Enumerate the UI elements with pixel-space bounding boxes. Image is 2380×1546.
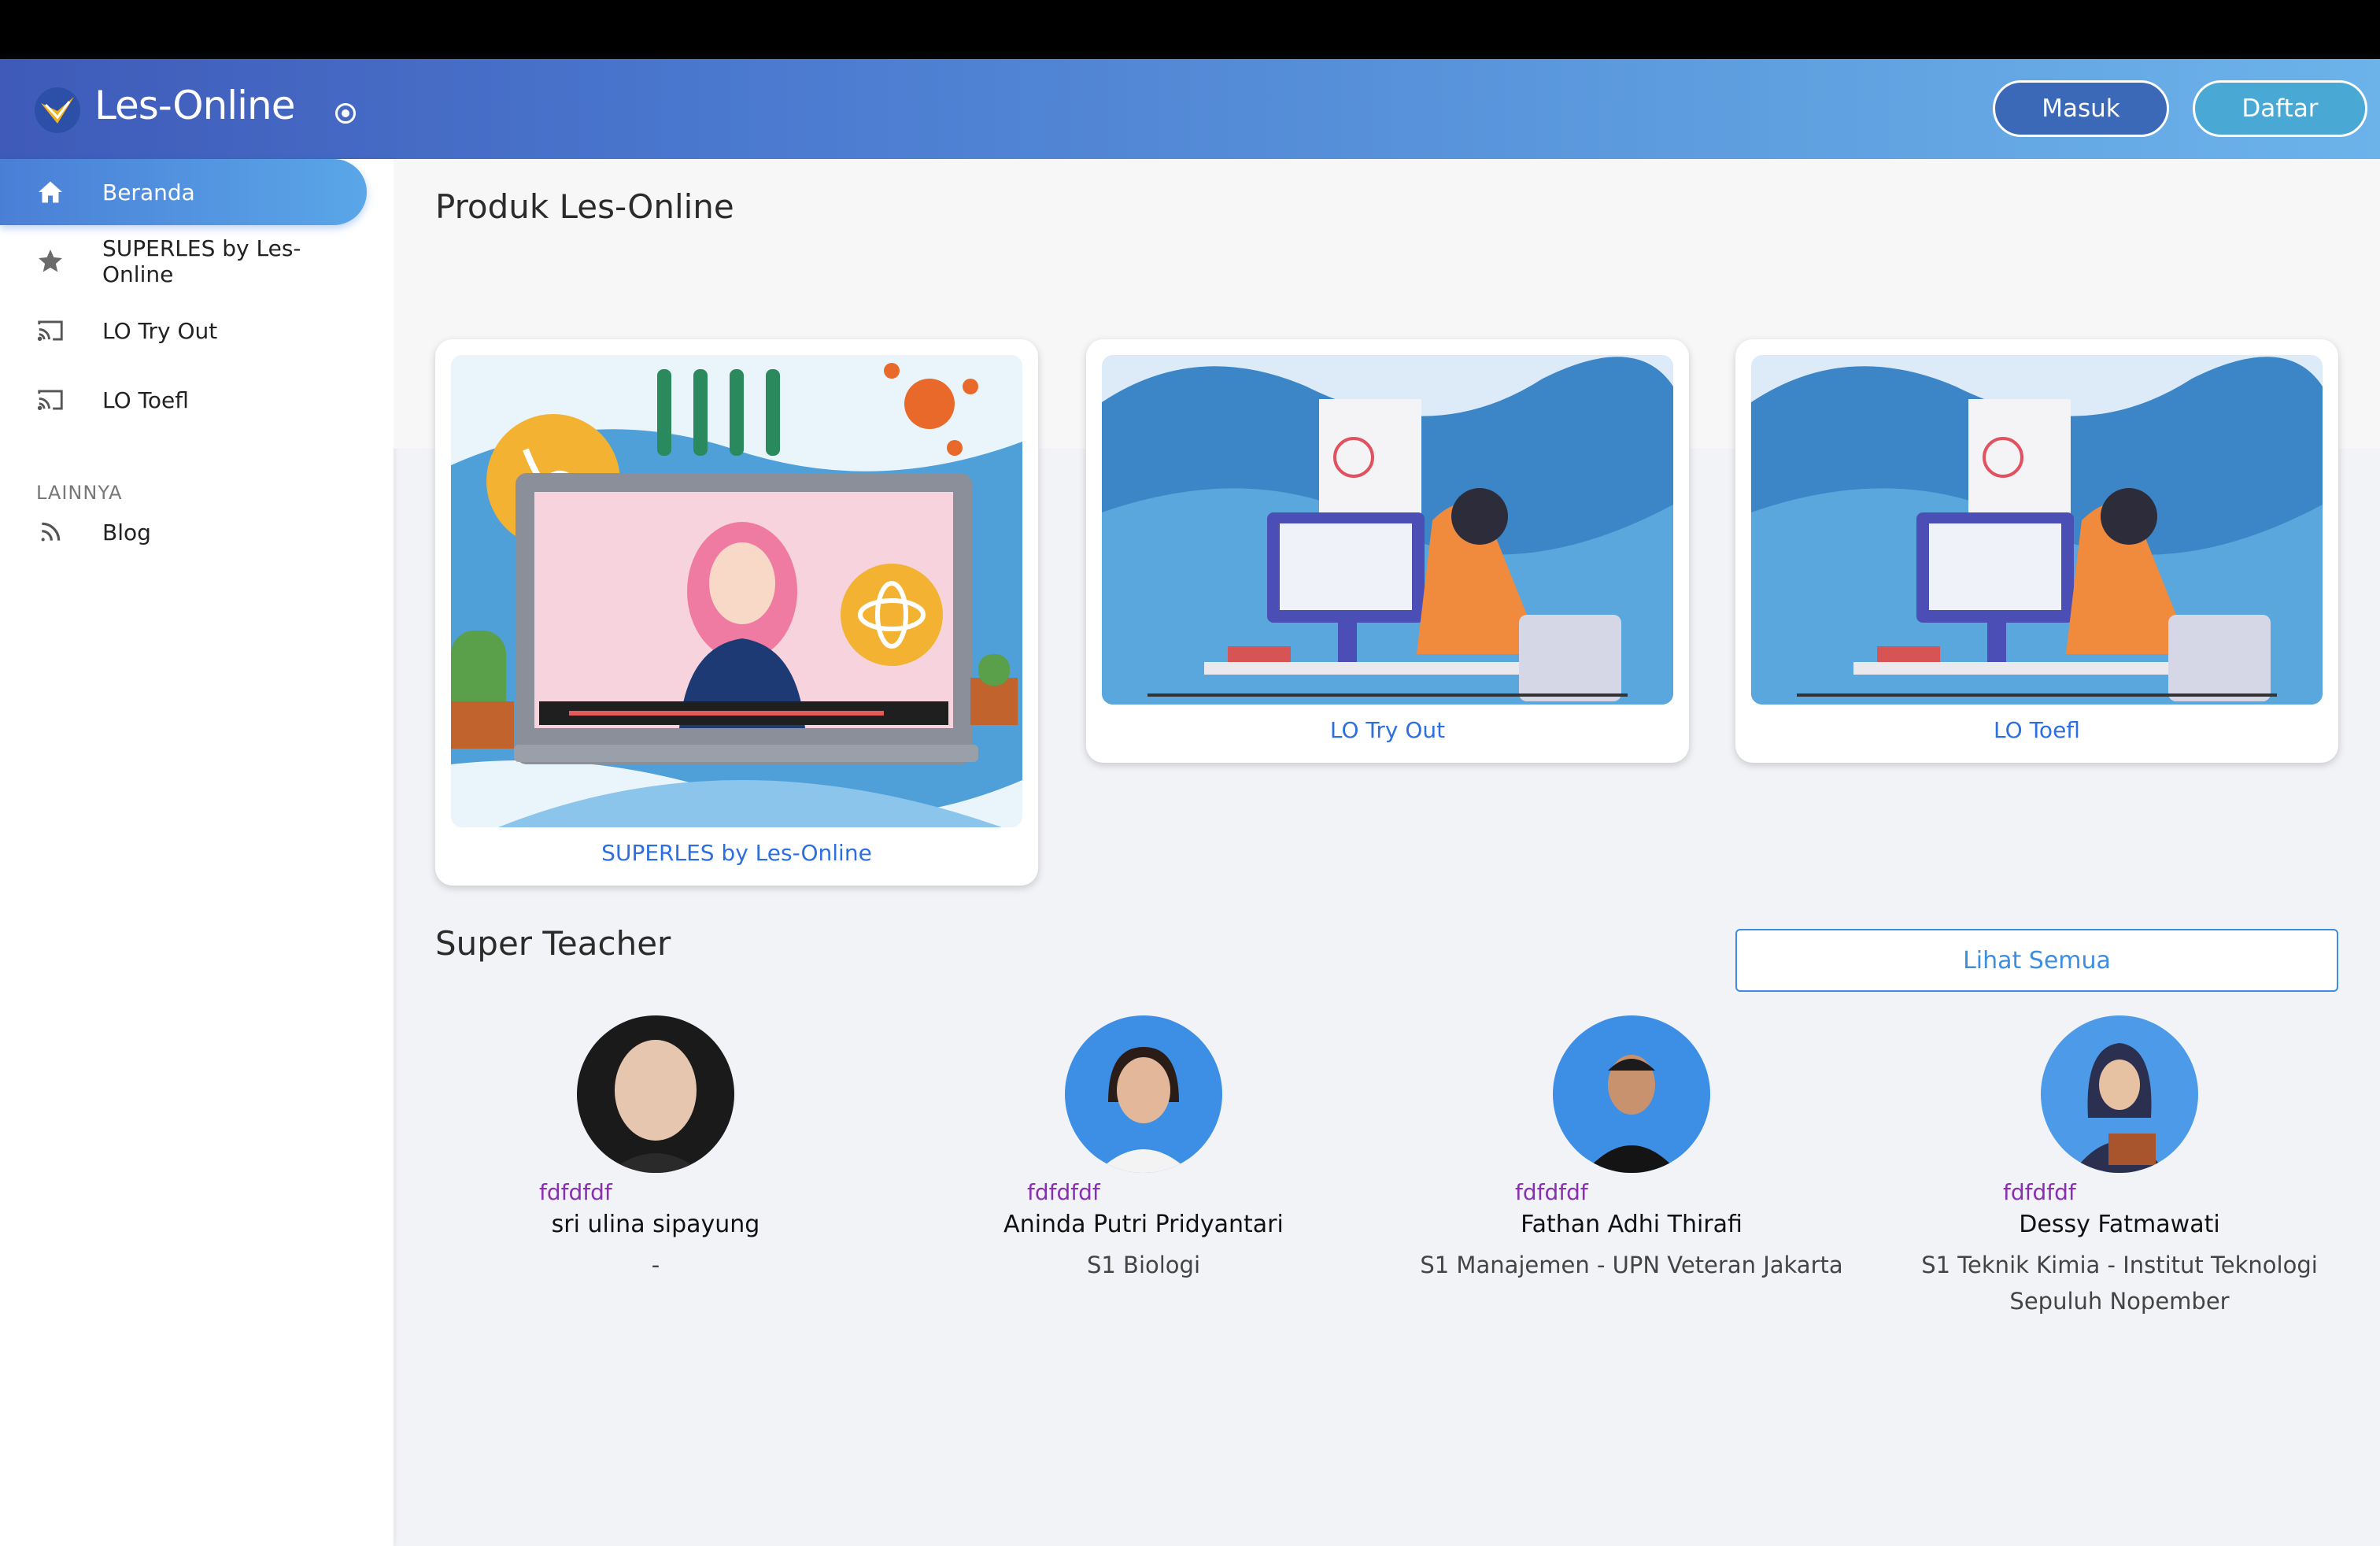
- top-header: Les-Online Masuk Daftar: [0, 59, 2380, 159]
- sidebar: Beranda SUPERLES by Les-Online LO Try Ou…: [0, 159, 394, 1546]
- sidebar-item-lo-try-out[interactable]: LO Try Out: [0, 298, 367, 364]
- teacher-avatar[interactable]: [577, 1015, 734, 1173]
- sidebar-item-label: Beranda: [102, 179, 195, 205]
- product-card-caption[interactable]: SUPERLES by Les-Online: [435, 840, 1038, 866]
- teacher-education: S1 Biologi: [1086, 1252, 1201, 1278]
- sidebar-item-label: Blog: [102, 519, 151, 546]
- sidebar-item-superles[interactable]: SUPERLES by Les-Online: [0, 228, 367, 294]
- product-card-lo-toefl[interactable]: LO Toefl: [1735, 339, 2338, 763]
- os-top-bar: [0, 0, 2380, 59]
- teacher-education: S1 Manajemen - UPN Veteran Jakarta: [1420, 1252, 1843, 1278]
- superles-illustration: [451, 355, 1022, 827]
- teachers-title: Super Teacher: [435, 924, 671, 963]
- teacher-avatar[interactable]: [1065, 1015, 1222, 1173]
- try-out-illustration: [1102, 355, 1673, 705]
- star-icon: [35, 246, 66, 277]
- product-card-lo-try-out[interactable]: LO Try Out: [1086, 339, 1689, 763]
- sidebar-item-beranda[interactable]: Beranda: [0, 159, 367, 225]
- products-title: Produk Les-Online: [435, 187, 734, 226]
- teacher-name: Dessy Fatmawati: [2019, 1211, 2220, 1238]
- sidebar-toggle-icon[interactable]: [335, 103, 356, 124]
- teacher-tag: fdfdfdf: [1515, 1179, 1588, 1205]
- product-card-caption[interactable]: LO Toefl: [1735, 717, 2338, 743]
- teacher-card[interactable]: fdfdfdf sri ulina sipayung -: [412, 1015, 900, 1315]
- sidebar-item-blog[interactable]: Blog: [0, 499, 367, 565]
- product-card-caption[interactable]: LO Try Out: [1086, 717, 1689, 743]
- login-button[interactable]: Masuk: [1993, 80, 2169, 137]
- teacher-tag: fdfdfdf: [2003, 1179, 2076, 1205]
- see-all-button[interactable]: Lihat Semua: [1735, 929, 2338, 992]
- teacher-tag: fdfdfdf: [539, 1179, 612, 1205]
- teacher-name: sri ulina sipayung: [551, 1211, 760, 1238]
- teacher-avatar[interactable]: [2041, 1015, 2198, 1173]
- sidebar-item-label: LO Toefl: [102, 386, 189, 413]
- teacher-education: S1 Teknik Kimia - Institut Teknologi Sep…: [1921, 1252, 2318, 1315]
- app-window: Les-Online Masuk Daftar Beranda SUPERLES…: [0, 59, 2380, 1546]
- main-content: Produk Les-Online SUPERLES by Les-Online…: [394, 159, 2380, 1546]
- sidebar-item-lo-toefl[interactable]: LO Toefl: [0, 367, 367, 433]
- teacher-tag: fdfdfdf: [1027, 1179, 1100, 1205]
- teacher-name: Aninda Putri Pridyantari: [1003, 1211, 1284, 1238]
- cast-icon: [35, 384, 66, 416]
- register-button[interactable]: Daftar: [2193, 80, 2367, 137]
- teacher-card[interactable]: fdfdfdf Aninda Putri Pridyantari S1 Biol…: [900, 1015, 1388, 1315]
- les-online-logo-icon[interactable]: [33, 86, 82, 135]
- teacher-card[interactable]: fdfdfdf Fathan Adhi Thirafi S1 Manajemen…: [1388, 1015, 1876, 1315]
- teacher-name: Fathan Adhi Thirafi: [1521, 1211, 1743, 1238]
- product-card-superles[interactable]: SUPERLES by Les-Online: [435, 339, 1038, 886]
- teacher-education: -: [651, 1252, 660, 1278]
- sidebar-item-label: LO Try Out: [102, 317, 218, 344]
- sidebar-item-label: SUPERLES by Les-Online: [102, 235, 301, 287]
- toefl-illustration: [1751, 355, 2323, 705]
- brand-name[interactable]: Les-Online: [94, 83, 296, 128]
- rss-icon: [35, 516, 66, 548]
- cast-icon: [35, 315, 66, 346]
- home-icon: [35, 176, 66, 208]
- teacher-avatar[interactable]: [1553, 1015, 1710, 1173]
- teacher-card[interactable]: fdfdfdf Dessy Fatmawati S1 Teknik Kimia …: [1876, 1015, 2363, 1315]
